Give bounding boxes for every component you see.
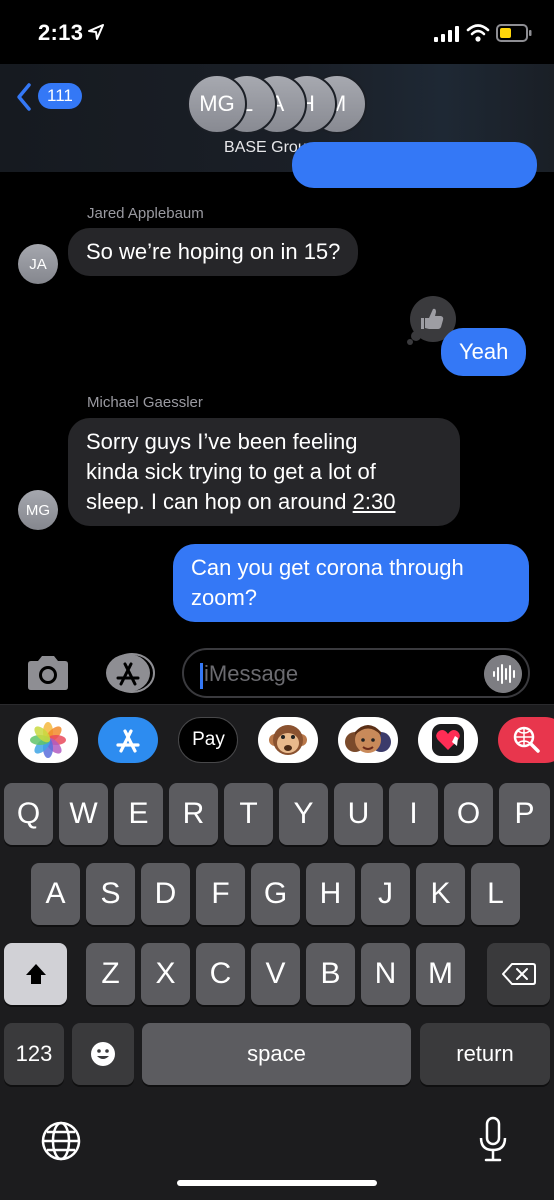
- outgoing-message-bubble[interactable]: Can you get corona through zoom?: [173, 544, 529, 622]
- message-input[interactable]: iMessage: [182, 648, 530, 698]
- key-k[interactable]: K: [416, 863, 465, 925]
- location-arrow-icon: [88, 24, 104, 40]
- message-text-line: kinda sick trying to get a lot of: [86, 459, 376, 484]
- backspace-key[interactable]: [487, 943, 550, 1005]
- compose-bar: iMessage: [0, 642, 554, 704]
- home-indicator[interactable]: [177, 1180, 377, 1186]
- key-p[interactable]: P: [499, 783, 550, 845]
- back-button[interactable]: 111: [16, 80, 86, 114]
- key-m[interactable]: M: [416, 943, 465, 1005]
- group-avatars[interactable]: M H A L MG: [187, 74, 367, 134]
- memoji-icon[interactable]: [338, 717, 398, 763]
- wifi-icon: [466, 24, 490, 42]
- sender-name: Jared Applebaum: [87, 205, 204, 222]
- message-text: So we’re hoping on in 15?: [86, 239, 341, 264]
- key-g[interactable]: G: [251, 863, 300, 925]
- key-s[interactable]: S: [86, 863, 135, 925]
- web-search-icon[interactable]: [498, 717, 554, 763]
- key-x[interactable]: X: [141, 943, 190, 1005]
- key-w[interactable]: W: [59, 783, 108, 845]
- battery-icon: [496, 24, 532, 42]
- key-n[interactable]: N: [361, 943, 410, 1005]
- key-t[interactable]: T: [224, 783, 273, 845]
- emoji-key[interactable]: [72, 1023, 134, 1085]
- unread-count-badge: 111: [38, 83, 82, 109]
- globe-icon[interactable]: [40, 1120, 82, 1162]
- sender-name: Michael Gaessler: [87, 394, 203, 411]
- key-h[interactable]: H: [306, 863, 355, 925]
- camera-icon[interactable]: [24, 654, 72, 692]
- message-text-line: Can you get corona through: [191, 555, 464, 580]
- incoming-message-bubble[interactable]: Sorry guys I’ve been feeling kinda sick …: [68, 418, 460, 526]
- key-l[interactable]: L: [471, 863, 520, 925]
- key-u[interactable]: U: [334, 783, 383, 845]
- message-text-line: zoom?: [191, 585, 258, 610]
- partial-outgoing-bubble: [292, 142, 537, 188]
- key-q[interactable]: Q: [4, 783, 53, 845]
- key-v[interactable]: V: [251, 943, 300, 1005]
- avatar: MG: [187, 74, 247, 134]
- app-store-icon[interactable]: [104, 652, 156, 694]
- space-key[interactable]: space: [142, 1023, 411, 1085]
- message-list[interactable]: Jared Applebaum JA So we’re hoping on in…: [0, 142, 554, 642]
- key-c[interactable]: C: [196, 943, 245, 1005]
- message-text: Yeah: [459, 339, 509, 364]
- backspace-icon: [501, 963, 536, 985]
- key-i[interactable]: I: [389, 783, 438, 845]
- outgoing-message-bubble[interactable]: Yeah: [441, 328, 527, 376]
- key-z[interactable]: Z: [86, 943, 135, 1005]
- key-r[interactable]: R: [169, 783, 218, 845]
- incoming-message-bubble[interactable]: So we’re hoping on in 15?: [68, 228, 359, 276]
- message-text-line: Sorry guys I’ve been feeling: [86, 429, 358, 454]
- key-f[interactable]: F: [196, 863, 245, 925]
- return-key[interactable]: return: [420, 1023, 550, 1085]
- cellular-signal-icon: [434, 26, 459, 42]
- time-link[interactable]: 2:30: [353, 489, 396, 514]
- key-b[interactable]: B: [306, 943, 355, 1005]
- key-d[interactable]: D: [141, 863, 190, 925]
- message-text-line: sleep. I can hop on around: [86, 489, 353, 514]
- audio-waveform-icon[interactable]: [484, 655, 522, 693]
- apple-pay-icon[interactable]: Pay: [178, 717, 238, 763]
- apple-pay-label: Pay: [192, 729, 225, 750]
- key-o[interactable]: O: [444, 783, 493, 845]
- shift-arrow-icon: [25, 964, 46, 984]
- status-bar: 2:13: [0, 0, 554, 64]
- monkey-memoji-icon[interactable]: [258, 717, 318, 763]
- avatar: JA: [18, 244, 58, 284]
- app-store-icon[interactable]: [98, 717, 158, 763]
- key-y[interactable]: Y: [279, 783, 328, 845]
- key-j[interactable]: J: [361, 863, 410, 925]
- avatar: MG: [18, 490, 58, 530]
- numbers-key[interactable]: 123: [4, 1023, 64, 1085]
- shift-key[interactable]: [4, 943, 67, 1005]
- text-caret: [200, 663, 203, 689]
- microphone-icon[interactable]: [477, 1116, 509, 1164]
- keyboard: Q W E R T Y U I O P A S D F G H J K L Z …: [0, 780, 554, 1200]
- status-time: 2:13: [38, 20, 84, 45]
- chevron-left-icon: [17, 83, 31, 111]
- key-e[interactable]: E: [114, 783, 163, 845]
- emoji-icon: [91, 1042, 115, 1066]
- message-placeholder: iMessage: [204, 661, 299, 686]
- digital-touch-icon[interactable]: [418, 717, 478, 763]
- key-a[interactable]: A: [31, 863, 80, 925]
- photos-icon[interactable]: [18, 717, 78, 763]
- imessage-app-drawer: Pay: [0, 704, 554, 780]
